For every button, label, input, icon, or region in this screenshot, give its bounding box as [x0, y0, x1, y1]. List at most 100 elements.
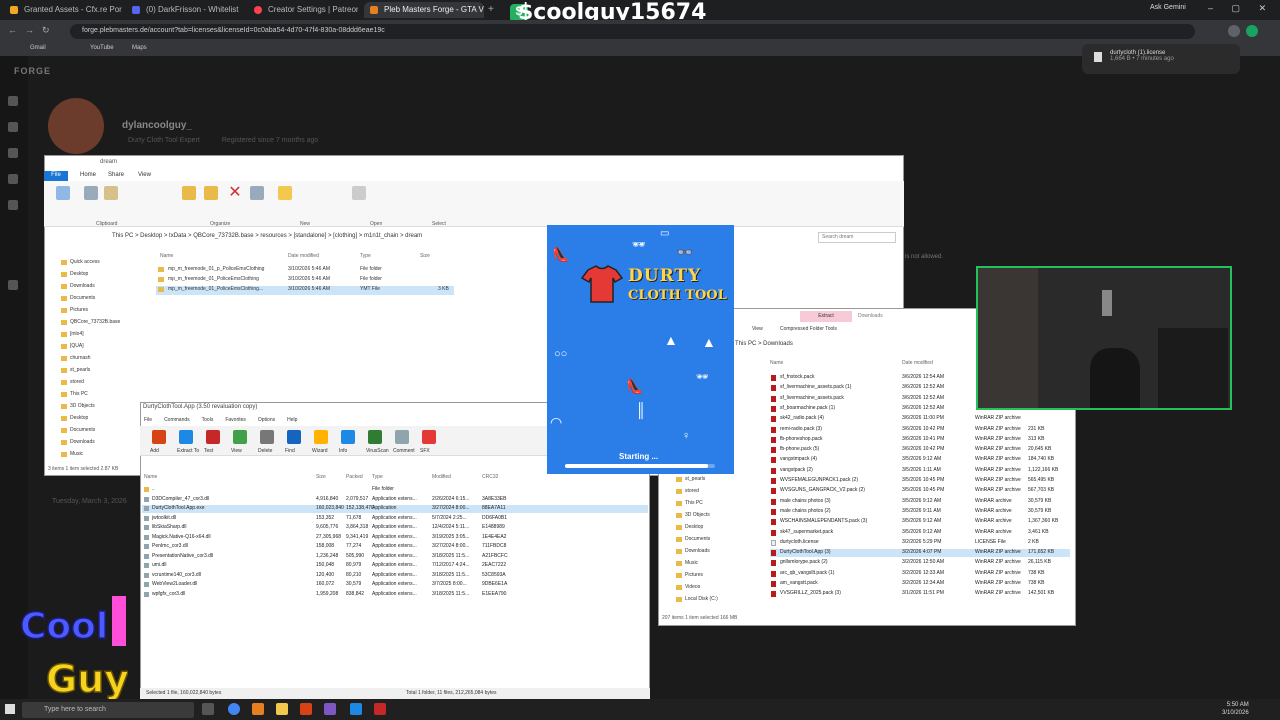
address-path[interactable]: This PC > Downloads [735, 341, 793, 347]
site-logo[interactable]: FORGE [14, 66, 51, 76]
rename-icon[interactable] [250, 186, 264, 200]
table-row[interactable]: Magick.Native-Q16-x64.dll 27,305,968 9,341… [142, 534, 648, 542]
menu-item[interactable]: Commands [164, 417, 190, 423]
nav-item[interactable]: Music [685, 560, 698, 566]
close-icon[interactable]: ✕ [1259, 3, 1267, 13]
vscode-icon[interactable] [350, 703, 362, 715]
table-row[interactable]: D3DCompiler_47_cor3.dll 4,916,840 2,079,51… [142, 496, 648, 504]
ribbon-tab-view[interactable]: View [138, 172, 151, 178]
nav-item[interactable]: This PC [685, 500, 703, 506]
file-row[interactable]: mp_m_freemode_01_PoliceEmsClothing 3/10/2… [156, 276, 454, 285]
menu-item[interactable]: File [144, 417, 152, 423]
column-name[interactable]: Name [770, 360, 783, 366]
download-popup[interactable]: durtycloth (1).license 1,664 B • 7 minut… [1082, 44, 1240, 74]
bookmark-gmail[interactable]: Gmail [30, 45, 46, 51]
column-type[interactable]: Type [360, 253, 371, 259]
new-folder-icon[interactable] [278, 186, 292, 200]
menu-item[interactable]: Help [287, 417, 297, 423]
list-item[interactable]: remi-radio.pack (3) 3/6/2026 10:42 PM WinR… [770, 426, 1070, 434]
download-icon[interactable] [1228, 25, 1240, 37]
bookmark-youtube[interactable]: YouTube [90, 45, 114, 51]
windows-start-icon[interactable] [5, 704, 15, 714]
column-date[interactable]: Date modified [902, 360, 933, 366]
menu-item[interactable]: Tools [202, 417, 214, 423]
list-item[interactable]: sk47_supermarket.pack 3/5/2026 9:12 AM Win… [770, 529, 1070, 537]
nav-item[interactable]: Quick access [70, 259, 100, 265]
ribbon-tab-view[interactable]: View [752, 326, 763, 332]
sfx-icon[interactable] [422, 430, 436, 444]
column-header[interactable]: Packed [346, 474, 363, 480]
list-item[interactable]: fb-phoneshop.pack 3/6/2026 10:41 PM WinRAR… [770, 436, 1070, 444]
delete-icon[interactable]: ✕ [228, 185, 242, 201]
copy-to-icon[interactable] [204, 186, 218, 200]
table-row[interactable]: jwtoolkit.dll 153,352 71,678 Application ex… [142, 515, 648, 523]
add-icon[interactable] [152, 430, 166, 444]
list-item[interactable]: WVSGUNS_GANGPACK_V2.pack (2) 3/5/2026 10:… [770, 487, 1070, 495]
nav-item[interactable]: churnash [70, 355, 91, 361]
table-row[interactable]: DurtyClothTool.App.exe 160,023,840 152,138… [142, 505, 648, 513]
column-size[interactable]: Size [420, 253, 430, 259]
minimize-icon[interactable]: – [1208, 3, 1213, 13]
settings-icon[interactable] [8, 280, 18, 290]
nav-item[interactable]: st_pearls [685, 476, 705, 482]
column-date[interactable]: Date modified [288, 253, 319, 259]
task-view-icon[interactable] [202, 703, 214, 715]
list-item[interactable]: male chains photos (3) 3/5/2026 9:12 AM Wi… [770, 498, 1070, 506]
list-item[interactable]: vangstpack (2) 3/5/2026 1:11 AM WinRAR ZIP… [770, 467, 1070, 475]
paste-icon[interactable] [104, 186, 118, 200]
copy-icon[interactable] [84, 186, 98, 200]
search-input[interactable]: Search dream [818, 232, 896, 243]
info-icon[interactable] [341, 430, 355, 444]
nav-item[interactable]: Desktop [70, 415, 88, 421]
nav-item[interactable]: Downloads [685, 548, 710, 554]
home-icon[interactable] [8, 96, 18, 106]
nav-item[interactable]: Documents [70, 295, 95, 301]
list-item[interactable]: sk42_radio.pack (4) 3/6/2026 11:00 PM WinR… [770, 415, 1070, 423]
ribbon-tab-home[interactable]: Home [80, 172, 96, 178]
durtycloth-taskbar-icon[interactable] [374, 703, 386, 715]
file-explorer-icon[interactable] [276, 703, 288, 715]
new-tab-icon[interactable]: + [488, 4, 494, 15]
list-item[interactable]: VVSGRILLZ_2025.pack (3) 3/1/2026 11:51 PM… [770, 590, 1070, 598]
nav-item[interactable]: stored [685, 488, 699, 494]
list-item[interactable]: male chains photos (2) 3/5/2026 9:11 AM Wi… [770, 508, 1070, 516]
obs-icon[interactable] [324, 703, 336, 715]
forward-icon[interactable]: → [25, 25, 42, 35]
wizard-icon[interactable] [314, 430, 328, 444]
cart-icon[interactable] [8, 200, 18, 210]
browser-tab-darkfrisson[interactable]: (0) DarkFrisson - Whitelist [126, 2, 244, 18]
list-item[interactable]: WVSFEMALEGUNPACK1.pack (2) 3/5/2026 10:45… [770, 477, 1070, 485]
chrome-icon[interactable] [228, 703, 240, 715]
menu-item[interactable]: Favorites [225, 417, 246, 423]
list-item[interactable]: durtycloth.license 3/2/2026 5:29 PM LICENS… [770, 539, 1070, 547]
list-item[interactable]: fb-phone.pack (5) 3/6/2026 10:42 PM WinRAR… [770, 446, 1070, 454]
browser-tab-granted-assets[interactable]: Granted Assets - Cfx.re Portal [4, 2, 122, 18]
table-row[interactable]: wpfgfx_cor3.dll 1,959,208 838,842 Applicati… [142, 591, 648, 599]
reload-icon[interactable]: ↻ [42, 25, 58, 35]
nav-item[interactable]: Local Disk (C:) [685, 596, 718, 602]
list-item[interactable]: DurtyClothTool.App (3) 3/2/2026 4:07 PM Wi… [770, 549, 1070, 558]
nav-item[interactable]: Desktop [685, 524, 703, 530]
nav-item[interactable]: Music [70, 451, 83, 457]
nav-item[interactable]: 3D Objects [685, 512, 710, 518]
file-row[interactable]: mp_m_freemode_01_p_PoliceEmsClothing 3/10… [156, 266, 454, 275]
nav-item[interactable]: [QUA] [70, 343, 84, 349]
move-to-icon[interactable] [182, 186, 196, 200]
taskbar-search[interactable]: Type here to search [22, 702, 194, 718]
nav-item[interactable]: Pictures [685, 572, 703, 578]
virusscan-icon[interactable] [368, 430, 382, 444]
nav-item[interactable]: Videos [685, 584, 700, 590]
nav-item[interactable]: Downloads [70, 283, 95, 289]
list-item[interactable]: gnllsmlorype.pack (2) 3/2/2026 12:50 AM Wi… [770, 559, 1070, 567]
find-icon[interactable] [287, 430, 301, 444]
table-row[interactable]: vcruntime140_cor3.dll 120,400 80,210 Applic… [142, 572, 648, 580]
nav-item[interactable]: Desktop [70, 271, 88, 277]
list-item[interactable]: am_vangstt.pack 3/2/2026 12:34 AM WinRAR Z… [770, 580, 1070, 588]
column-header[interactable]: Type [372, 474, 383, 480]
table-row[interactable]: PresentationNative_cor3.dll 1,236,248 505,… [142, 553, 648, 561]
ribbon-tab-extract[interactable]: Extract [800, 311, 852, 322]
browser-tab-plebmasters[interactable]: Pleb Masters Forge - GTA V Du... [364, 2, 484, 18]
browser-tab-patreon[interactable]: Creator Settings | Patreon [248, 2, 358, 18]
tools-icon[interactable] [8, 122, 18, 132]
menu-item[interactable]: Options [258, 417, 275, 423]
